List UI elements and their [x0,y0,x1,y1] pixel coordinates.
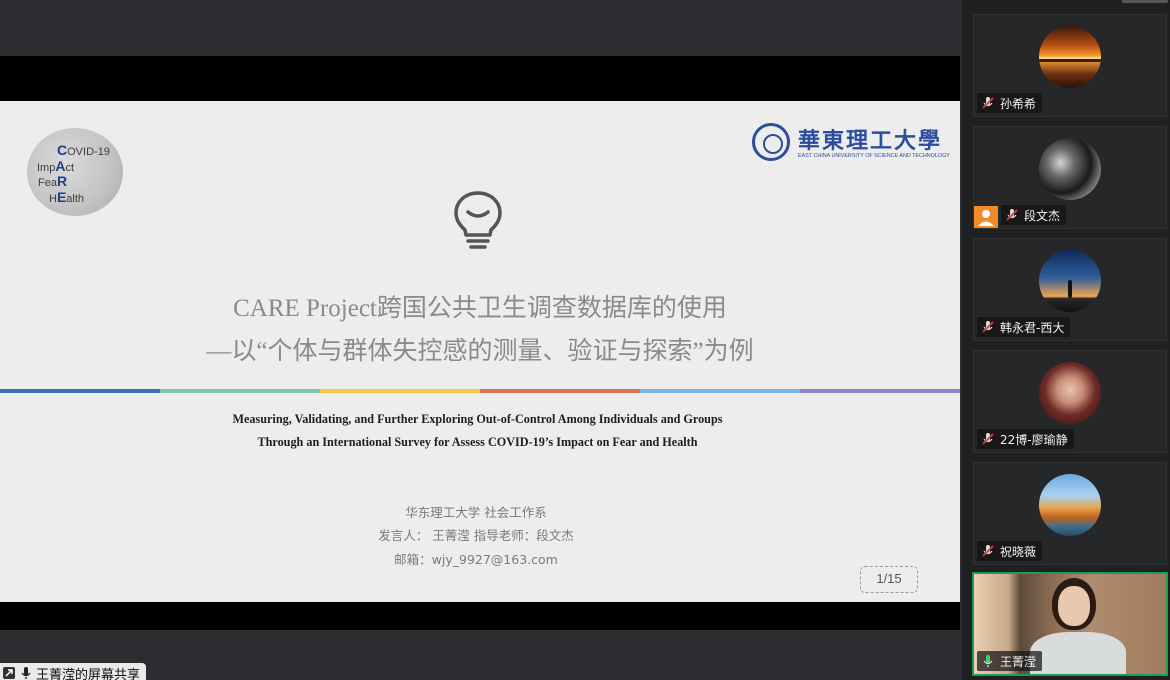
english-title-line1: Measuring, Validating, and Further Explo… [232,412,723,426]
participant-name: 段文杰 [1024,208,1061,223]
slide-title-line2: —以“个体与群体失控感的测量、验证与探索”为例 [206,338,754,365]
participant-nametag: 韩永君-西大 [977,317,1071,337]
avatar [1039,362,1101,424]
mic-muted-icon [982,545,994,557]
university-name-cn: 華東理工大學 [798,128,943,154]
participant-name: 韩永君-西大 [1000,320,1065,335]
participant-name: 王菁滢 [1000,654,1037,669]
color-divider-segment [160,389,320,393]
microphone-icon [21,667,31,679]
participant-tile[interactable]: 祝晓薇 [973,462,1167,565]
department-text: 华东理工大学 社会工作系 [405,505,547,520]
panel-handle [1122,0,1168,3]
email-text: 邮箱：wjy_9927@163.com [394,552,558,567]
letterbox-bottom [0,602,960,630]
letterbox-top [0,56,960,101]
color-divider [0,389,960,393]
university-logo: 華東理工大學 EAST CHINA UNIVERSITY OF SCIENCE … [752,123,950,163]
color-divider-segment [640,389,800,393]
participant-tile[interactable]: 孙希希 [973,14,1167,117]
mic-muted-icon [982,433,994,445]
avatar [1039,474,1101,536]
slide-title-line1: CARE Project跨国公共卫生调查数据库的使用 [233,295,727,322]
expand-icon[interactable] [2,666,16,680]
participant-panel: 孙希希 段文杰 韩永君-西大 22博-廖瑜静 祝晓薇 王菁滢 [962,0,1170,680]
participant-nametag: 孙希希 [977,93,1043,113]
avatar [1039,26,1101,88]
participant-tile-active[interactable]: 王菁滢 [972,572,1168,676]
screen-share-area: COVID-19 ImpAct FeaR HEalth 華東理工大學 EAST … [0,0,960,680]
color-divider-segment [320,389,480,393]
share-caption-text: 王菁滢的屏幕共享 [36,667,141,680]
slide-page-number: 1/15 [860,566,918,593]
speaker-text: 发言人： 王菁滢 指导老师：段文杰 [378,528,574,543]
participant-name: 22博-廖瑜静 [1000,432,1068,447]
presentation-slide: COVID-19 ImpAct FeaR HEalth 華東理工大學 EAST … [0,101,960,602]
color-divider-segment [480,389,640,393]
participant-name: 孙希希 [1000,96,1037,111]
meeting-window: COVID-19 ImpAct FeaR HEalth 華東理工大學 EAST … [0,0,1170,680]
host-icon [974,206,998,228]
care-project-logo: COVID-19 ImpAct FeaR HEalth [27,128,123,216]
avatar [1039,138,1101,200]
avatar [1039,250,1101,312]
color-divider-segment [800,389,960,393]
university-name-en: EAST CHINA UNIVERSITY OF SCIENCE AND TEC… [798,153,950,159]
participant-nametag: 段文杰 [1001,205,1067,225]
participant-tile[interactable]: 22博-廖瑜静 [973,350,1167,453]
mic-active-icon [983,655,993,667]
participant-name: 祝晓薇 [1000,544,1037,559]
participant-nametag: 王菁滢 [977,651,1043,671]
mic-muted-icon [982,321,994,333]
screen-share-label: 王菁滢的屏幕共享 [0,663,147,680]
participant-nametag: 22博-廖瑜静 [977,429,1074,449]
mic-muted-icon [1006,209,1018,221]
participant-nametag: 祝晓薇 [977,541,1043,561]
mic-muted-icon [982,97,994,109]
participant-tile[interactable]: 段文杰 [973,126,1167,229]
english-title-line2: Through an International Survey for Asse… [257,435,698,449]
university-seal-icon [752,123,790,161]
participant-tile[interactable]: 韩永君-西大 [973,238,1167,341]
color-divider-segment [0,389,160,393]
lightbulb-icon [454,191,502,249]
